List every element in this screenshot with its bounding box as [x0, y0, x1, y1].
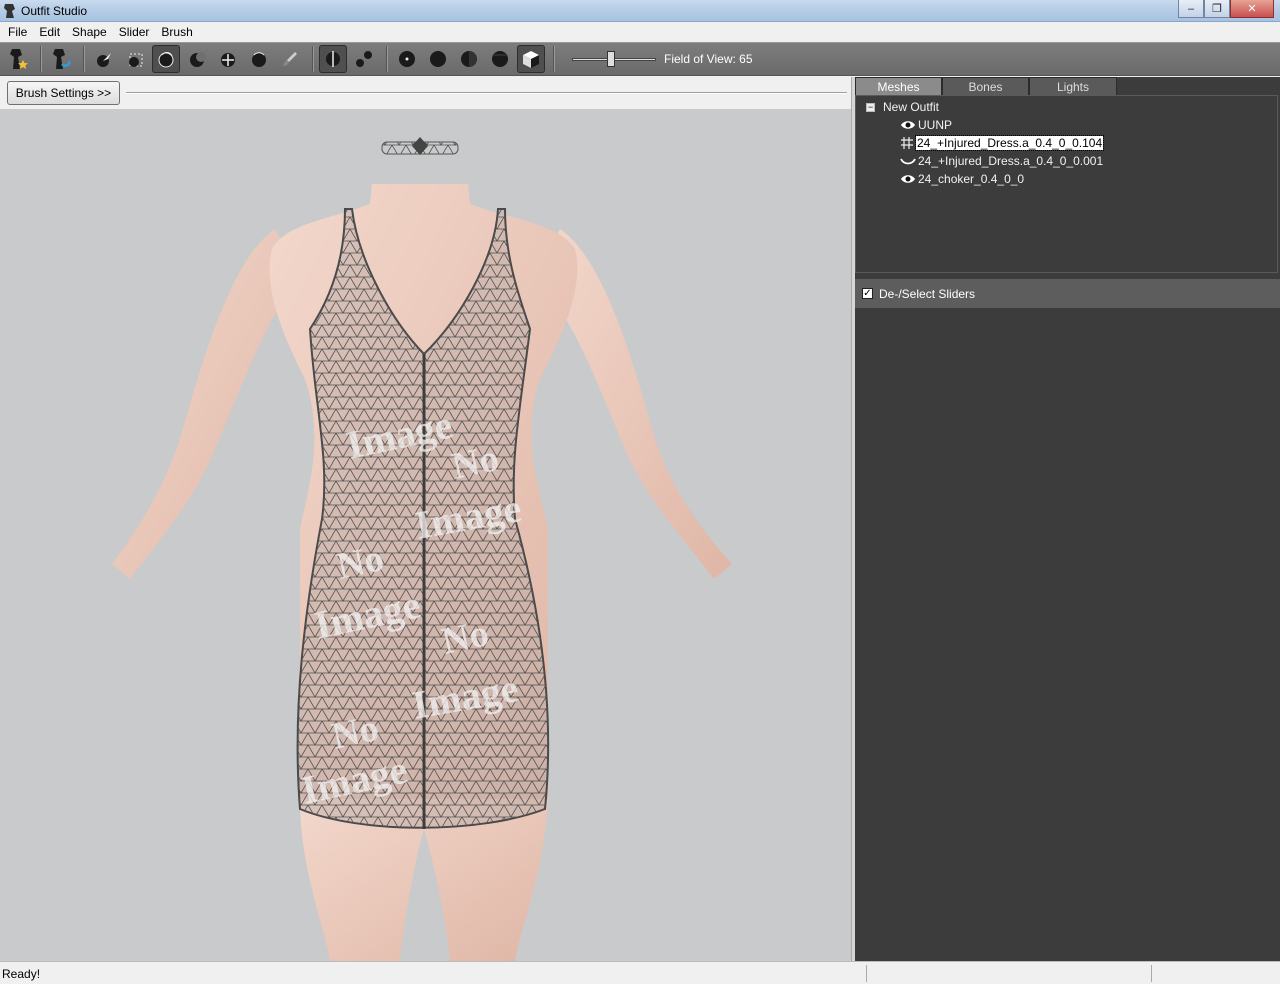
tree-root[interactable]: − New Outfit: [866, 98, 939, 116]
brush-settings-bar: Brush Settings >>: [0, 77, 851, 109]
model-render: Image No Image No Image No Image No Imag…: [112, 137, 732, 961]
menu-slider[interactable]: Slider: [113, 25, 156, 39]
status-text: Ready!: [2, 967, 41, 981]
tab-bones[interactable]: Bones: [942, 77, 1029, 95]
close-button[interactable]: ✕: [1230, 0, 1274, 18]
toolbar: Field of View: 65: [0, 42, 1280, 76]
viewport-panel: Brush Settings >> Image No Image No Imag…: [0, 77, 851, 961]
brush-settings-button[interactable]: Brush Settings >>: [7, 81, 120, 105]
tree-item-label: 24_+Injured_Dress.a_0.4_0_0.001: [918, 154, 1104, 168]
texture-toggle-button[interactable]: [486, 45, 514, 73]
select-tool-button[interactable]: [90, 45, 118, 73]
brush-icon: [283, 52, 297, 66]
status-divider: [866, 965, 867, 982]
mesh-tree: − New Outfit UUNP 24_+Injured_Dress.a_0.…: [855, 95, 1278, 273]
deflate-icon: [190, 52, 206, 67]
mirror-icon: [326, 51, 340, 67]
mirror-toggle-button[interactable]: [319, 45, 347, 73]
select-sliders-checkbox[interactable]: ✓: [862, 288, 873, 299]
move-icon: [221, 53, 235, 67]
mask-visibility-button[interactable]: [517, 45, 545, 73]
inflate-tool-button[interactable]: [152, 45, 180, 73]
figure-star-icon: [10, 49, 28, 69]
tree-item-label: 24_choker_0.4_0_0: [918, 172, 1025, 186]
wireframe-icon: [430, 51, 446, 67]
minimize-button[interactable]: –: [1178, 0, 1204, 18]
menu-shape[interactable]: Shape: [66, 25, 113, 39]
load-reference-button[interactable]: [47, 45, 75, 73]
right-panel: Meshes Bones Lights − New Outfit UUNP 24…: [855, 77, 1280, 961]
connected-toggle-button[interactable]: [350, 45, 378, 73]
brush-settings-divider: [126, 92, 847, 94]
move-tool-button[interactable]: [214, 45, 242, 73]
cube-icon: [523, 51, 539, 68]
menu-brush[interactable]: Brush: [155, 25, 198, 39]
lighting-icon: [461, 51, 477, 67]
fov-slider-thumb[interactable]: [607, 51, 615, 67]
title-bar: Outfit Studio – ❐ ✕: [0, 0, 1280, 22]
tab-meshes[interactable]: Meshes: [855, 77, 942, 95]
sliders-header: ✓ De-/Select Sliders: [855, 279, 1280, 308]
tab-lights[interactable]: Lights: [1029, 77, 1117, 95]
project-tabs: Meshes Bones Lights: [855, 77, 1117, 95]
tree-item-dress-104[interactable]: 24_+Injured_Dress.a_0.4_0_0.104: [900, 134, 1105, 152]
vertex-toggle-button[interactable]: [393, 45, 421, 73]
maximize-button[interactable]: ❐: [1204, 0, 1230, 18]
eye-icon[interactable]: [900, 120, 916, 130]
mask-tool-button[interactable]: [121, 45, 149, 73]
figure-arrow-icon: [53, 49, 72, 69]
wireframe-toggle-button[interactable]: [424, 45, 452, 73]
status-divider: [1151, 965, 1152, 982]
window-title: Outfit Studio: [21, 4, 88, 18]
connected-icon: [356, 51, 372, 67]
collapse-toggle[interactable]: −: [866, 102, 875, 112]
grid-icon[interactable]: [900, 136, 914, 150]
menu-file[interactable]: File: [2, 25, 33, 39]
tree-root-label: New Outfit: [883, 100, 940, 114]
sliders-header-label: De-/Select Sliders: [879, 286, 976, 301]
smooth-tool-button[interactable]: [245, 45, 273, 73]
tree-item-label: UUNP: [918, 118, 953, 132]
new-project-button[interactable]: [4, 45, 32, 73]
vertex-icon: [399, 51, 415, 67]
select-icon: [97, 53, 111, 67]
eye-icon[interactable]: [900, 174, 916, 184]
mask-icon: [129, 53, 143, 67]
inflate-icon: [158, 52, 174, 68]
tree-item-dress-001[interactable]: 24_+Injured_Dress.a_0.4_0_0.001: [900, 152, 1103, 170]
fov-label: Field of View: 65: [664, 52, 753, 66]
sliders-list: [855, 308, 1280, 961]
choker-mesh: [381, 137, 459, 155]
texture-icon: [492, 51, 508, 67]
lighting-toggle-button[interactable]: [455, 45, 483, 73]
menu-bar: File Edit Shape Slider Brush: [0, 22, 1280, 42]
tree-item-choker[interactable]: 24_choker_0.4_0_0: [900, 170, 1024, 188]
3d-viewport[interactable]: Image No Image No Image No Image No Imag…: [0, 109, 851, 961]
smooth-icon: [252, 52, 266, 67]
tree-item-uunp[interactable]: UUNP: [900, 116, 952, 134]
fov-slider[interactable]: [572, 49, 656, 69]
closed-eye-icon[interactable]: [900, 156, 916, 166]
weight-paint-button[interactable]: [276, 45, 304, 73]
menu-edit[interactable]: Edit: [33, 25, 66, 39]
app-icon: [4, 4, 15, 18]
status-bar: Ready!: [0, 961, 1280, 984]
deflate-tool-button[interactable]: [183, 45, 211, 73]
tree-item-label-selected: 24_+Injured_Dress.a_0.4_0_0.104: [914, 135, 1105, 151]
